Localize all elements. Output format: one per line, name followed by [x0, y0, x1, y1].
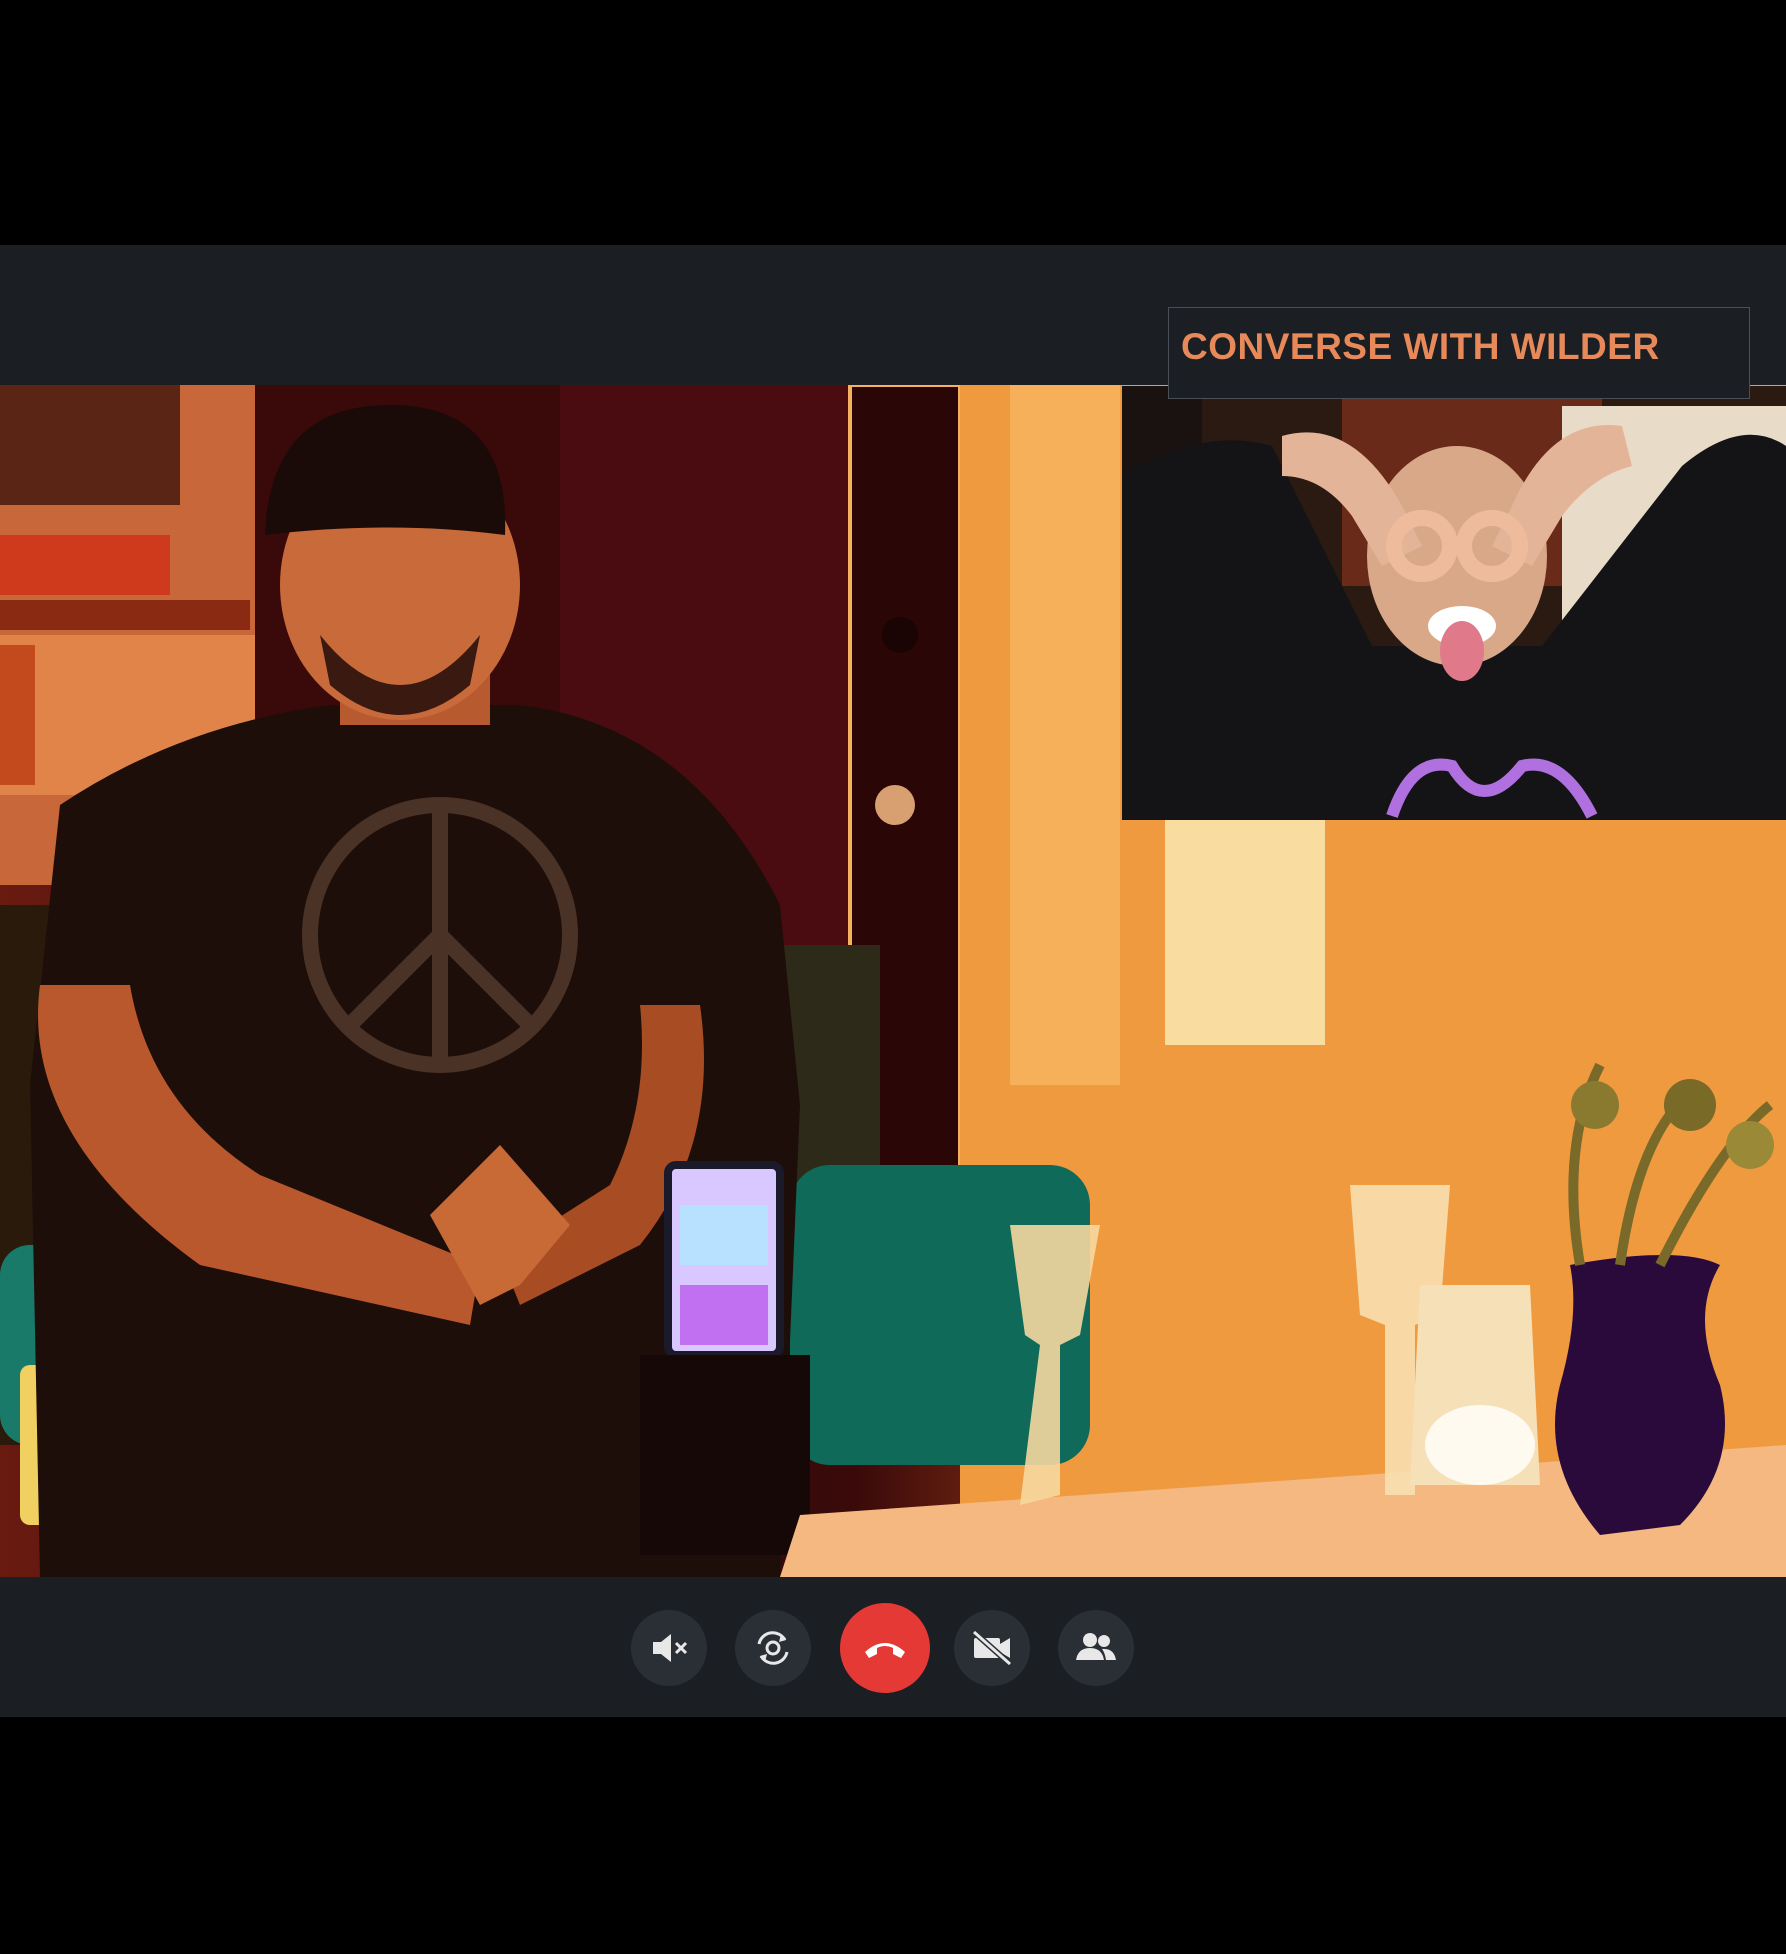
call-title-box: CONVERSE WITH WILDER [1168, 307, 1750, 399]
call-controls [0, 1577, 1786, 1717]
call-controls-bar [0, 1577, 1786, 1717]
camera-flip-icon [757, 1631, 789, 1665]
video-off-button[interactable] [954, 1610, 1030, 1686]
pip-video-feed[interactable] [1122, 386, 1786, 820]
mute-button[interactable] [631, 1610, 707, 1686]
video-off-icon [972, 1629, 1012, 1667]
pip-video-image [1122, 386, 1786, 820]
flip-camera-button[interactable] [735, 1610, 811, 1686]
call-title: CONVERSE WITH WILDER [1181, 326, 1660, 367]
end-call-button[interactable] [840, 1603, 930, 1693]
participants-button[interactable] [1058, 1610, 1134, 1686]
phone-hangup-icon [865, 1643, 905, 1658]
participants-icon [1076, 1633, 1116, 1660]
speaker-muted-icon [653, 1634, 688, 1662]
